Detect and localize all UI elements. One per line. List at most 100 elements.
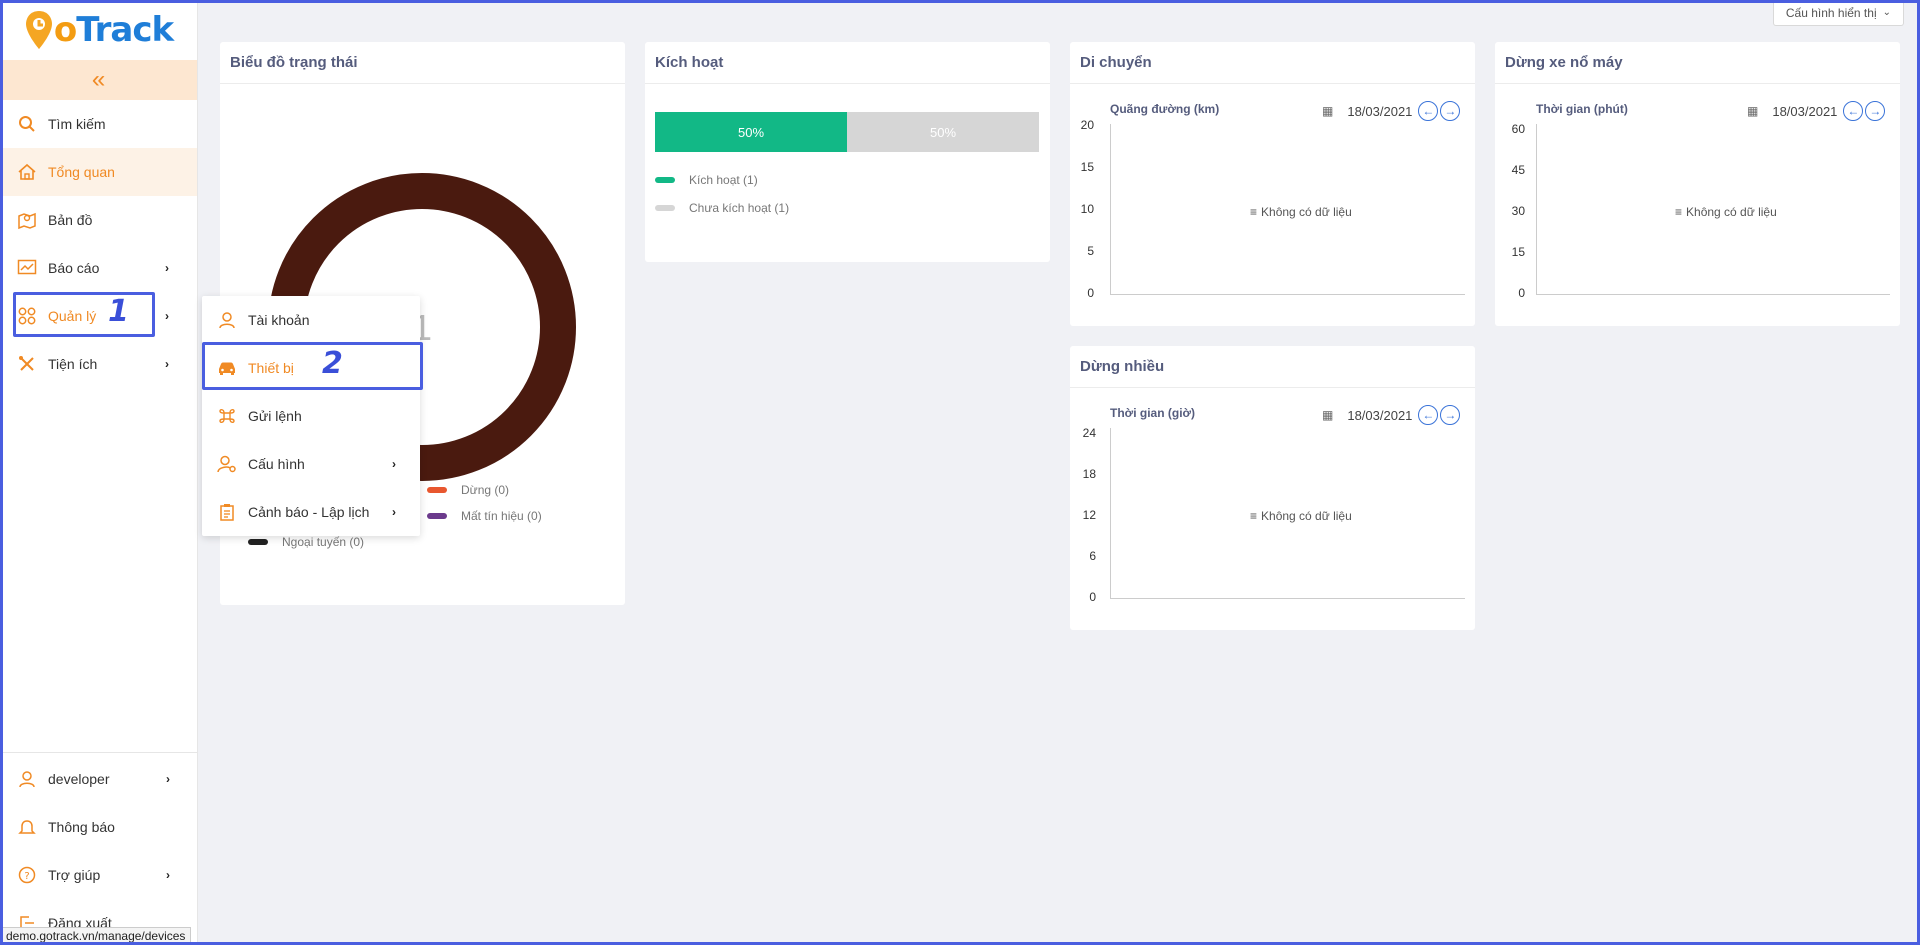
- y-axis: [1110, 428, 1111, 598]
- sidebar-item-search[interactable]: Tìm kiếm: [0, 100, 197, 148]
- chart-subtitle: Thời gian (phút): [1536, 102, 1628, 116]
- prev-date-button[interactable]: ←: [1843, 101, 1864, 121]
- legend-label: Mất tín hiệu (0): [461, 509, 542, 523]
- y-tick: 0: [1089, 590, 1096, 604]
- y-tick: 18: [1082, 467, 1096, 481]
- y-axis: [1536, 124, 1537, 294]
- y-tick: 0: [1087, 286, 1094, 300]
- sidebar-item-label: Báo cáo: [48, 260, 100, 276]
- card-title: Kích hoạt: [645, 42, 1050, 84]
- date-control: ▦ 18/03/2021 ← →: [1322, 405, 1461, 425]
- sidebar-item-user[interactable]: developer ›: [0, 755, 198, 803]
- submenu-item-configuration[interactable]: Cấu hình ›: [202, 440, 420, 488]
- submenu-item-label: Gửi lệnh: [248, 408, 302, 424]
- submenu-item-accounts[interactable]: Tài khoản: [202, 296, 420, 344]
- no-data-label: Không có dữ liệu: [1261, 509, 1352, 523]
- display-config-button[interactable]: Cấu hình hiển thị ⌄: [1772, 0, 1904, 26]
- submenu-item-send-command[interactable]: Gửi lệnh: [202, 392, 420, 440]
- card-title: Dừng nhiều: [1070, 346, 1475, 388]
- legend-item: Dừng (0): [427, 483, 509, 497]
- gotrack-logo[interactable]: o Track: [0, 0, 197, 60]
- y-tick: 24: [1082, 426, 1096, 440]
- card-title: Di chuyển: [1070, 42, 1475, 84]
- y-tick: 60: [1511, 122, 1525, 136]
- chevron-right-icon: ›: [165, 309, 169, 323]
- calendar-icon[interactable]: ▦: [1747, 104, 1758, 118]
- user-icon: [16, 768, 38, 790]
- clipboard-icon: [216, 501, 238, 523]
- sidebar-item-notifications[interactable]: Thông báo: [0, 803, 198, 851]
- sidebar-item-label: Tiện ích: [48, 356, 98, 372]
- date-value[interactable]: 18/03/2021: [1772, 104, 1837, 119]
- submenu-item-label: Cảnh báo - Lập lịch: [248, 504, 370, 520]
- database-icon: ≡: [1250, 205, 1258, 219]
- date-control: ▦ 18/03/2021 ← →: [1322, 101, 1461, 121]
- y-tick: 12: [1082, 508, 1096, 522]
- y-tick: 45: [1511, 163, 1525, 177]
- user-gear-icon: [216, 453, 238, 475]
- tools-icon: [16, 353, 38, 375]
- sidebar-item-label: Thông báo: [48, 819, 115, 835]
- no-data-label: Không có dữ liệu: [1261, 205, 1352, 219]
- prev-date-button[interactable]: ←: [1418, 101, 1439, 121]
- date-value[interactable]: 18/03/2021: [1347, 104, 1412, 119]
- map-icon: [16, 209, 38, 231]
- submenu-item-alerts-scheduling[interactable]: Cảnh báo - Lập lịch ›: [202, 488, 420, 536]
- help-icon: ?: [16, 864, 38, 886]
- no-data-message: ≡ Không có dữ liệu: [1250, 205, 1352, 219]
- date-value[interactable]: 18/03/2021: [1347, 408, 1412, 423]
- command-icon: [216, 405, 238, 427]
- sidebar-item-label: Bản đồ: [48, 212, 93, 228]
- bell-icon: [16, 816, 38, 838]
- status-bar-url: demo.gotrack.vn/manage/devices: [0, 927, 192, 945]
- legend-item: Mất tín hiệu (0): [427, 509, 542, 523]
- sidebar-item-utilities[interactable]: Tiện ích ›: [0, 340, 197, 388]
- y-tick: 20: [1080, 118, 1094, 132]
- x-axis: [1536, 294, 1890, 295]
- sidebar-item-map[interactable]: Bản đồ: [0, 196, 197, 244]
- x-axis: [1110, 294, 1465, 295]
- prev-date-button[interactable]: ←: [1418, 405, 1439, 425]
- legend-swatch: [427, 513, 447, 519]
- next-date-button[interactable]: →: [1440, 405, 1461, 425]
- sidebar-item-label: Tìm kiếm: [48, 116, 106, 132]
- activated-segment[interactable]: 50%: [655, 112, 847, 152]
- no-data-message: ≡ Không có dữ liệu: [1250, 509, 1352, 523]
- not-activated-segment[interactable]: 50%: [847, 112, 1039, 152]
- y-tick: 0: [1518, 286, 1525, 300]
- display-config-label: Cấu hình hiển thị: [1785, 5, 1877, 20]
- movement-card: Di chuyển Quãng đường (km) ▦ 18/03/2021 …: [1070, 42, 1475, 326]
- logo-track: Track: [76, 10, 174, 50]
- sidebar-item-reports[interactable]: Báo cáo ›: [0, 244, 197, 292]
- y-tick: 30: [1511, 204, 1525, 218]
- next-date-button[interactable]: →: [1440, 101, 1461, 121]
- double-chevron-left-icon: «: [91, 66, 106, 93]
- sidebar-item-overview[interactable]: Tổng quan: [0, 148, 197, 196]
- collapse-sidebar-button[interactable]: «: [0, 60, 197, 100]
- chevron-right-icon: ›: [392, 505, 396, 519]
- chevron-right-icon: ›: [165, 261, 169, 275]
- sidebar: o Track « Tìm kiếm Tổng quan Bản đồ Báo c…: [0, 0, 198, 945]
- legend-swatch: [655, 177, 675, 183]
- y-tick: 15: [1080, 160, 1094, 174]
- home-icon: [16, 161, 38, 183]
- step-2-highlight: [202, 342, 423, 390]
- calendar-icon[interactable]: ▦: [1322, 408, 1333, 422]
- sidebar-item-help[interactable]: ? Trợ giúp ›: [0, 851, 198, 899]
- svg-text:?: ?: [24, 871, 29, 882]
- calendar-icon[interactable]: ▦: [1322, 104, 1333, 118]
- legend-label: Chưa kích hoạt (1): [689, 201, 790, 215]
- chevron-right-icon: ›: [392, 457, 396, 471]
- chevron-down-icon: ⌄: [1882, 7, 1891, 18]
- chevron-right-icon: ›: [165, 357, 169, 371]
- map-pin-logo-icon: [25, 11, 52, 49]
- legend-label: Dừng (0): [461, 483, 510, 497]
- sidebar-item-label: Trợ giúp: [48, 867, 101, 883]
- next-date-button[interactable]: →: [1865, 101, 1886, 121]
- legend-item: Chưa kích hoạt (1): [655, 201, 789, 215]
- step-1-number: 1: [108, 294, 129, 329]
- no-data-message: ≡ Không có dữ liệu: [1675, 205, 1777, 219]
- chart-subtitle: Quãng đường (km): [1110, 102, 1220, 116]
- legend-swatch: [248, 539, 268, 545]
- y-tick: 10: [1080, 202, 1094, 216]
